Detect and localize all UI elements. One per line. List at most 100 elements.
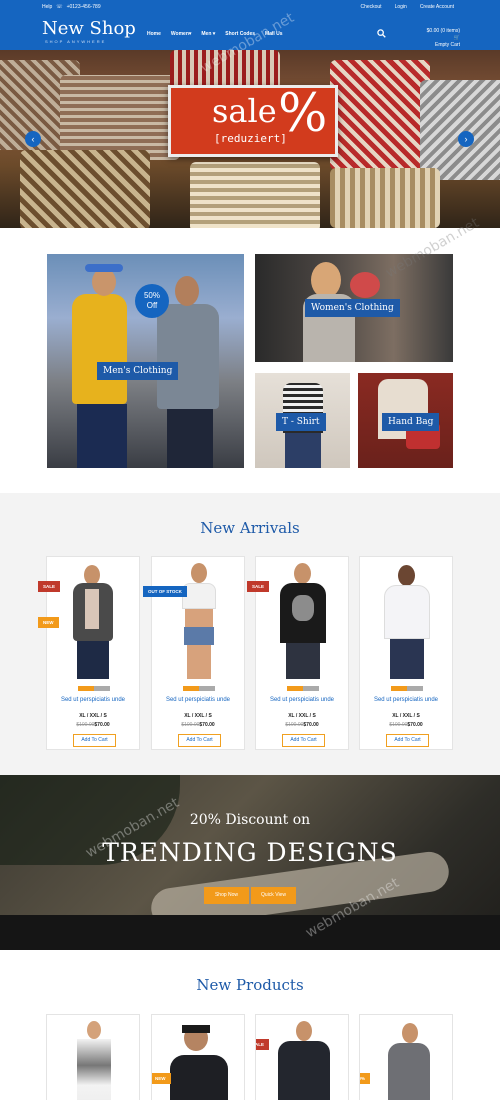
nav-men-label: Men bbox=[201, 31, 212, 37]
help-link[interactable]: Help bbox=[42, 4, 52, 10]
swatch[interactable] bbox=[287, 686, 303, 691]
product-card[interactable] bbox=[46, 1014, 140, 1100]
login-link[interactable]: Login bbox=[395, 4, 407, 10]
model-figure bbox=[388, 1043, 430, 1100]
current-price: $70.00 bbox=[199, 722, 215, 728]
add-to-cart-button[interactable]: Add To Cart bbox=[282, 734, 325, 747]
model-figure bbox=[92, 268, 116, 296]
product-card[interactable]: SALE Sed ut perspiciatis unde XL / XXL /… bbox=[247, 556, 349, 750]
category-women-label[interactable]: Women's Clothing bbox=[305, 299, 400, 317]
create-account-link[interactable]: Create Account bbox=[420, 4, 454, 10]
product-name[interactable]: Sed ut perspiciatis unde bbox=[360, 697, 452, 703]
swatch[interactable] bbox=[183, 686, 199, 691]
product-name[interactable]: Sed ut perspiciatis unde bbox=[256, 697, 348, 703]
slider-prev-button[interactable]: ‹ bbox=[25, 131, 41, 147]
site-tagline: SHOP ANYWHERE bbox=[45, 39, 107, 44]
site-logo[interactable]: New Shop bbox=[42, 20, 136, 38]
sale-ribbon: SALE bbox=[256, 1039, 270, 1050]
model-figure bbox=[77, 1039, 111, 1100]
color-swatches bbox=[391, 686, 423, 691]
old-price: $100.00 bbox=[76, 722, 95, 728]
model-figure bbox=[187, 645, 211, 679]
model-figure bbox=[398, 565, 415, 586]
phone-icon: ☏ bbox=[56, 4, 63, 10]
model-figure bbox=[87, 1021, 101, 1039]
discount-subtitle: 20% Discount on bbox=[189, 812, 311, 828]
shirt-stack bbox=[20, 150, 150, 228]
swatch[interactable] bbox=[391, 686, 407, 691]
model-figure bbox=[278, 1041, 330, 1100]
current-price: $70.00 bbox=[303, 722, 319, 728]
swatch[interactable] bbox=[199, 686, 215, 691]
product-card[interactable]: NEW bbox=[151, 1014, 245, 1100]
model-figure bbox=[85, 589, 99, 629]
product-card[interactable]: 20% bbox=[359, 1014, 453, 1100]
model-figure bbox=[170, 1055, 228, 1100]
current-price: $70.00 bbox=[94, 722, 110, 728]
model-figure bbox=[286, 643, 320, 679]
product-card[interactable]: SALE bbox=[255, 1014, 349, 1100]
slider-next-button[interactable]: › bbox=[458, 131, 474, 147]
shop-now-button[interactable]: Shop Now bbox=[204, 887, 249, 904]
model-figure bbox=[185, 609, 213, 627]
discount-title: TRENDING DESIGNS bbox=[102, 838, 398, 867]
cart-total: $0.00 (0 items) bbox=[426, 28, 460, 34]
shirt-stack bbox=[420, 80, 500, 180]
model-figure bbox=[311, 262, 341, 298]
product-image[interactable] bbox=[360, 557, 452, 679]
product-price: $100.00$70.00 bbox=[47, 722, 139, 728]
add-to-cart-button[interactable]: Add To Cart bbox=[73, 734, 116, 747]
model-figure bbox=[390, 639, 424, 679]
model-figure bbox=[182, 583, 216, 609]
nav-short-codes[interactable]: Short Codes bbox=[225, 31, 255, 37]
swatch[interactable] bbox=[303, 686, 319, 691]
nav-home[interactable]: Home bbox=[147, 31, 161, 37]
model-figure bbox=[184, 627, 214, 645]
current-price: $70.00 bbox=[407, 722, 423, 728]
product-sizes: XL / XXL / S bbox=[184, 713, 212, 719]
product-card[interactable]: SALE NEW Sed ut perspiciatis unde XL / X… bbox=[38, 556, 140, 750]
swatch[interactable] bbox=[407, 686, 423, 691]
color-swatches bbox=[78, 686, 110, 691]
chevron-down-icon: ▾ bbox=[211, 31, 216, 37]
category-men-label[interactable]: Men's Clothing bbox=[97, 362, 179, 380]
category-tshirt-label[interactable]: T - Shirt bbox=[276, 413, 326, 431]
product-image[interactable] bbox=[152, 557, 244, 679]
model-figure bbox=[384, 585, 430, 639]
model-figure bbox=[84, 565, 100, 585]
product-card[interactable]: OUT OF STOCK Sed ut perspiciatis unde XL… bbox=[143, 556, 245, 750]
model-figure bbox=[72, 294, 127, 404]
cart-summary[interactable]: $0.00 (0 items) 🛒 Empty Cart bbox=[420, 28, 460, 49]
product-name[interactable]: Sed ut perspiciatis unde bbox=[47, 697, 139, 703]
swatch[interactable] bbox=[78, 686, 94, 691]
product-price: $100.00$70.00 bbox=[360, 722, 452, 728]
site-header: Help ☏ +0123-456-789 Checkout Login Crea… bbox=[0, 0, 500, 50]
category-handbag-label[interactable]: Hand Bag bbox=[382, 413, 440, 431]
search-icon[interactable] bbox=[377, 29, 386, 38]
old-price: $100.00 bbox=[389, 722, 408, 728]
color-swatches bbox=[183, 686, 215, 691]
add-to-cart-button[interactable]: Add To Cart bbox=[386, 734, 429, 747]
product-name[interactable]: Sed ut perspiciatis unde bbox=[152, 697, 244, 703]
quick-view-button[interactable]: Quick View bbox=[251, 887, 296, 904]
sale-ribbon: SALE bbox=[38, 581, 61, 592]
cart-status: Empty Cart bbox=[434, 42, 460, 48]
product-card[interactable]: Sed ut perspiciatis unde XL / XXL / S $1… bbox=[359, 556, 453, 750]
swatch[interactable] bbox=[94, 686, 110, 691]
shirt-stack bbox=[170, 50, 280, 90]
model-figure bbox=[85, 264, 123, 272]
product-sizes: XL / XXL / S bbox=[392, 713, 420, 719]
nav-women[interactable]: Women▾ bbox=[171, 31, 191, 37]
product-image[interactable] bbox=[47, 557, 139, 679]
nav-mail-us[interactable]: Mail Us bbox=[265, 31, 283, 37]
new-ribbon: NEW bbox=[38, 617, 59, 628]
checkout-link[interactable]: Checkout bbox=[360, 4, 381, 10]
sale-sign-subtext: [reduziert] bbox=[214, 132, 287, 145]
model-figure bbox=[77, 641, 109, 679]
product-image[interactable] bbox=[256, 557, 348, 679]
phone-number: +0123-456-789 bbox=[66, 4, 101, 10]
nav-men[interactable]: Men ▾ bbox=[201, 31, 215, 37]
add-to-cart-button[interactable]: Add To Cart bbox=[178, 734, 221, 747]
flower-bouquet bbox=[350, 272, 380, 298]
shirt-stack bbox=[330, 168, 440, 228]
